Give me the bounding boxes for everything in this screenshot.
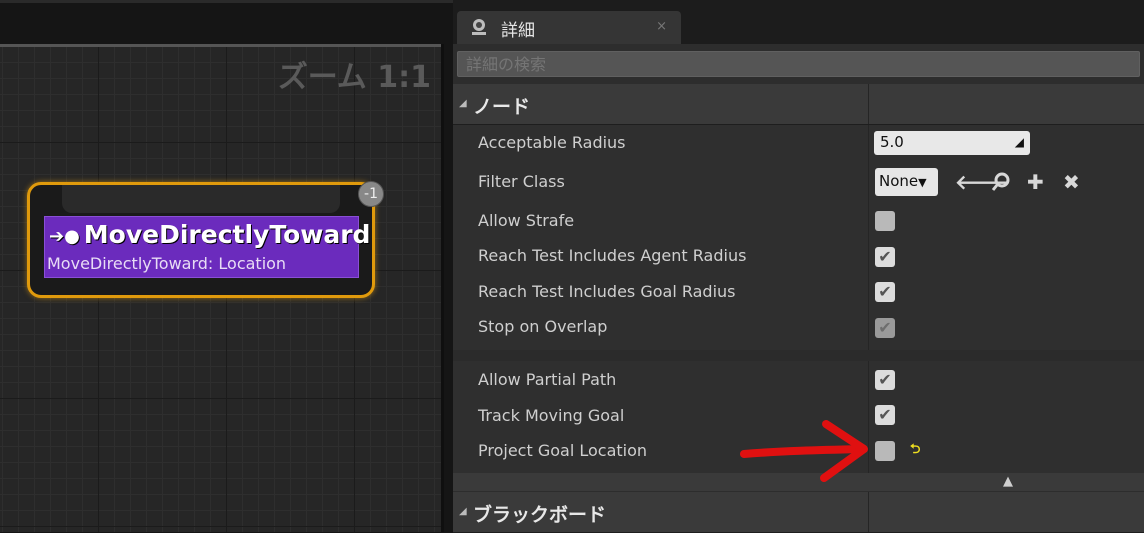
execution-index-badge: -1 — [358, 181, 384, 207]
property-label: Reach Test Includes Agent Radius — [478, 246, 747, 265]
node-input-pin[interactable] — [62, 185, 340, 213]
expand-triangle-icon: ◢ — [459, 506, 467, 517]
graph-canvas[interactable]: ズーム 1:1 ➔● MoveDirectlyToward MoveDirectl… — [0, 44, 444, 532]
allow-partial-path-checkbox[interactable]: ✔ — [875, 370, 895, 390]
behavior-tree-node[interactable]: ➔● MoveDirectlyToward MoveDirectlyToward:… — [27, 181, 384, 298]
node-subtitle: MoveDirectlyToward: Location — [47, 254, 287, 273]
move-arrow-icon: ➔● — [49, 225, 80, 247]
allow-strafe-checkbox[interactable] — [875, 211, 895, 231]
acceptable-radius-value: 5.0 — [880, 133, 904, 151]
close-icon[interactable]: ✖ — [1063, 170, 1080, 194]
stop-on-overlap-checkbox[interactable]: ✔ — [875, 318, 895, 338]
category-blackboard-label: ブラックボード — [473, 504, 607, 526]
close-tab-icon[interactable]: × — [656, 19, 667, 34]
details-icon — [472, 19, 486, 35]
property-label: Acceptable Radius — [478, 133, 626, 152]
property-label: Track Moving Goal — [478, 406, 625, 425]
category-node-label: ノード — [473, 96, 531, 118]
property-label: Filter Class — [478, 172, 565, 191]
project-goal-location-checkbox[interactable] — [875, 441, 895, 461]
property-allow-partial-path: Allow Partial Path — [453, 362, 1144, 397]
category-blackboard-header[interactable]: ◢ ブラックボード — [453, 492, 1144, 533]
filter-class-value: None — [879, 172, 919, 190]
property-label: Allow Partial Path — [478, 370, 617, 389]
graph-top-border — [0, 44, 441, 47]
property-stop-on-overlap: Stop on Overlap — [453, 309, 1144, 344]
node-title: MoveDirectlyToward — [83, 220, 371, 249]
collapse-arrow-icon: ▲ — [1003, 474, 1013, 489]
property-reach-goal-radius: Reach Test Includes Goal Radius — [453, 274, 1144, 309]
reset-to-default-icon[interactable]: ⮌ — [910, 440, 920, 462]
filter-class-dropdown[interactable]: None▼ — [875, 168, 938, 196]
node-body[interactable]: ➔● MoveDirectlyToward MoveDirectlyToward:… — [44, 216, 370, 278]
property-allow-strafe: Allow Strafe — [453, 203, 1144, 238]
reach-agent-radius-checkbox[interactable]: ✔ — [875, 247, 895, 267]
zoom-label: ズーム 1:1 — [277, 60, 431, 95]
section-gap — [453, 350, 1144, 361]
resize-handle-icon[interactable]: ◢ — [1015, 135, 1024, 149]
column-splitter[interactable] — [868, 492, 869, 532]
tab-details[interactable]: 詳細 × — [457, 11, 681, 44]
node-properties: Acceptable Radius Filter Class Allow Str… — [453, 125, 1144, 350]
track-moving-goal-checkbox[interactable]: ✔ — [875, 405, 895, 425]
search-icon[interactable] — [991, 172, 1011, 192]
acceptable-radius-input[interactable]: 5.0 ◢ — [874, 131, 1030, 155]
property-label: Stop on Overlap — [478, 317, 608, 336]
category-node-header[interactable]: ◢ ノード — [453, 84, 1144, 125]
property-reach-agent-radius: Reach Test Includes Agent Radius — [453, 238, 1144, 273]
property-label: Allow Strafe — [478, 211, 575, 230]
property-acceptable-radius: Acceptable Radius — [453, 125, 1144, 160]
property-label: Project Goal Location — [478, 441, 648, 460]
property-label: Reach Test Includes Goal Radius — [478, 282, 736, 301]
plus-icon[interactable]: ✚ — [1027, 170, 1044, 194]
reach-goal-radius-checkbox[interactable]: ✔ — [875, 282, 895, 302]
chevron-down-icon: ▼ — [918, 176, 927, 189]
column-splitter[interactable] — [868, 84, 869, 124]
tab-details-label: 詳細 — [501, 21, 535, 41]
node-title-row: ➔● MoveDirectlyToward — [49, 220, 370, 249]
expand-triangle-icon: ◢ — [459, 98, 467, 109]
red-annotation-arrow-icon — [740, 420, 868, 482]
details-search-input[interactable] — [457, 51, 1140, 77]
